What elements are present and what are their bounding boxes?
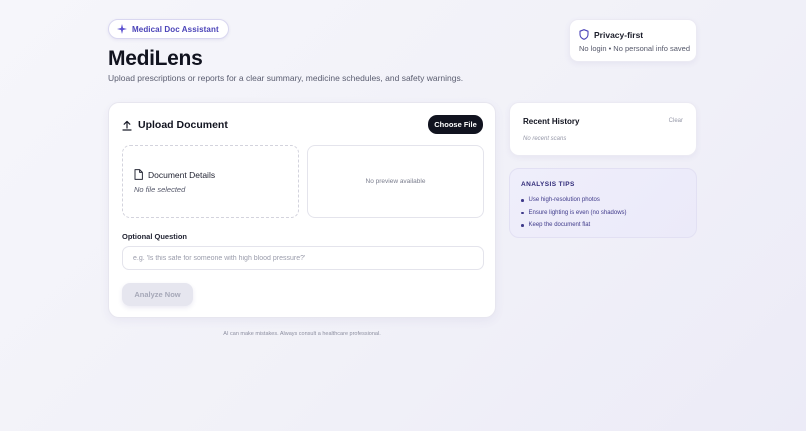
tip-item: Ensure lighting is even (no shadows) xyxy=(521,207,696,220)
analysis-tips-card: ANALYSIS TIPS Use high-resolution photos… xyxy=(509,168,697,238)
tip-item: Keep the document flat xyxy=(521,219,696,232)
tips-title: ANALYSIS TIPS xyxy=(521,181,575,188)
question-input[interactable] xyxy=(122,246,484,270)
bullet-icon xyxy=(521,199,524,202)
shield-icon xyxy=(579,29,589,40)
sparkle-icon xyxy=(117,24,127,34)
app-title: MediLens xyxy=(108,47,203,70)
analyze-button[interactable]: Analyze Now xyxy=(122,283,193,306)
details-title: Document Details xyxy=(148,169,216,180)
app-badge: Medical Doc Assistant xyxy=(108,19,229,39)
badge-label: Medical Doc Assistant xyxy=(132,24,219,34)
upload-title: Upload Document xyxy=(138,119,228,131)
file-status: No file selected xyxy=(134,185,186,194)
bullet-icon xyxy=(521,224,524,227)
preview-text: No preview available xyxy=(365,178,426,185)
tip-text: Keep the document flat xyxy=(528,222,591,229)
document-details-box[interactable]: Document Details No file selected xyxy=(122,145,299,218)
history-title: Recent History xyxy=(523,117,580,126)
bullet-icon xyxy=(521,211,524,214)
tip-text: Use high-resolution photos xyxy=(528,197,600,204)
recent-history-card: Recent History Clear No recent scans xyxy=(509,102,697,156)
upload-card: Upload Document Choose File Document Det… xyxy=(108,102,496,318)
choose-file-button[interactable]: Choose File xyxy=(428,115,483,134)
question-label: Optional Question xyxy=(122,232,187,241)
privacy-card: Privacy-first No login • No personal inf… xyxy=(569,19,697,62)
tip-item: Use high-resolution photos xyxy=(521,194,696,207)
clear-history-button[interactable]: Clear xyxy=(669,118,683,124)
app-subtitle: Upload prescriptions or reports for a cl… xyxy=(108,73,464,83)
disclaimer: AI can make mistakes. Always consult a h… xyxy=(223,331,381,337)
tips-list: Use high-resolution photos Ensure lighti… xyxy=(521,194,696,232)
document-icon xyxy=(134,169,143,180)
privacy-title: Privacy-first xyxy=(594,29,644,40)
history-empty: No recent scans xyxy=(523,136,567,142)
preview-box: No preview available xyxy=(307,145,484,218)
tip-text: Ensure lighting is even (no shadows) xyxy=(528,209,627,216)
privacy-subtitle: No login • No personal info saved xyxy=(579,44,691,53)
upload-icon xyxy=(122,120,132,131)
